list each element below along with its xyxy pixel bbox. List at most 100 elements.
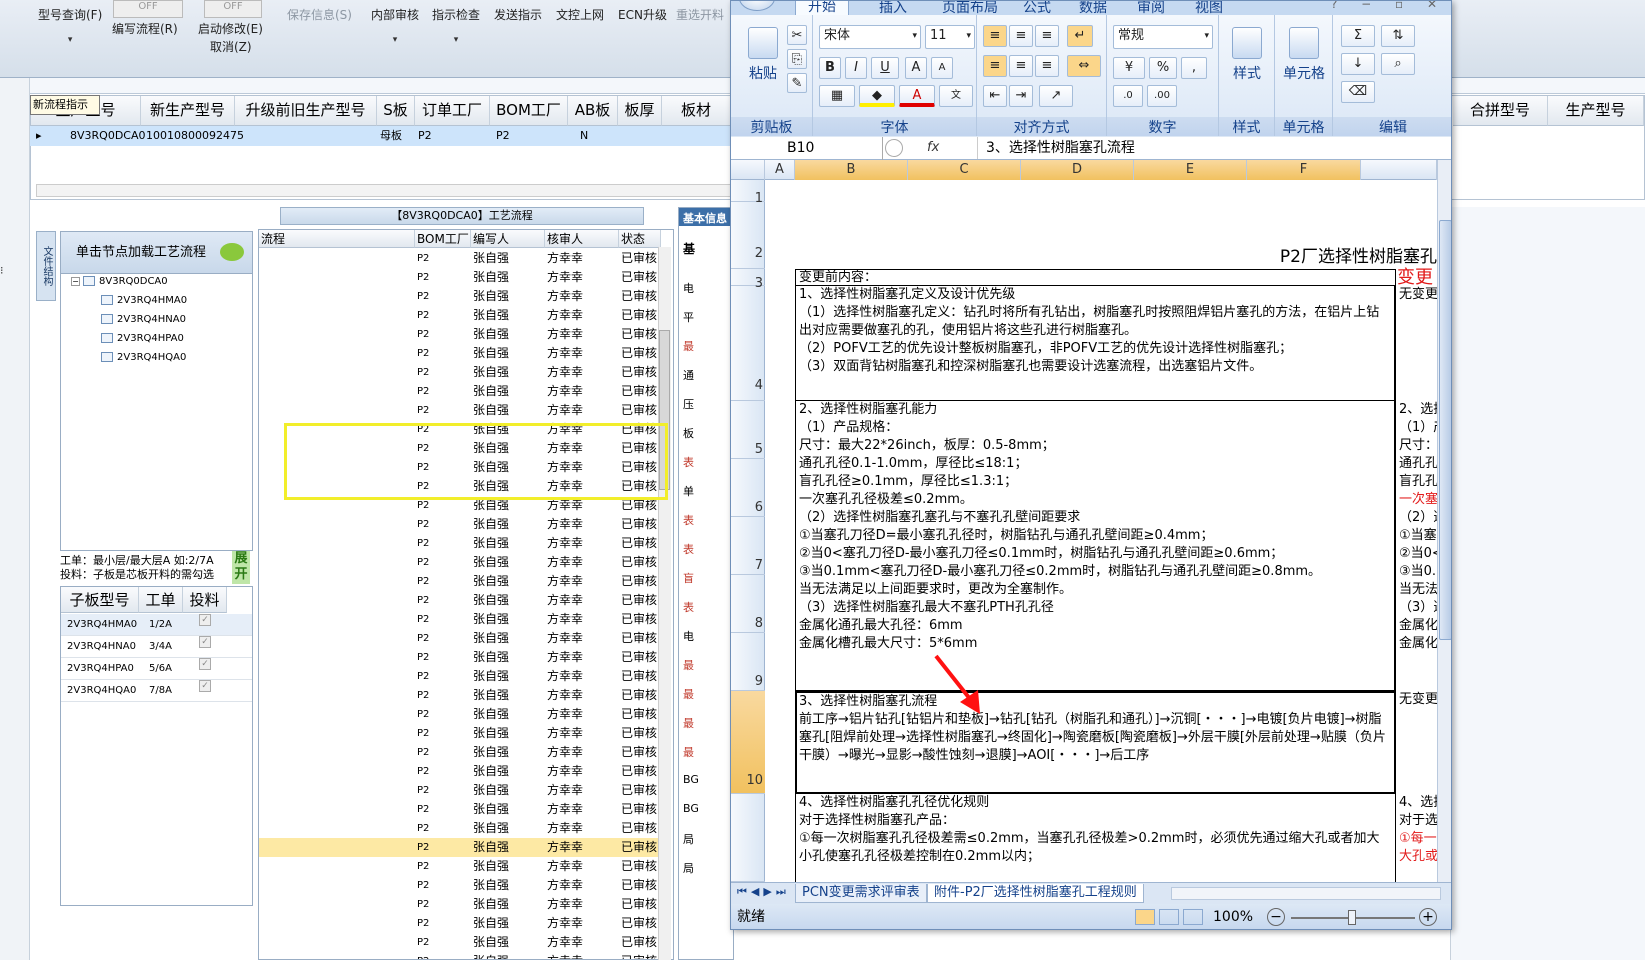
toolbar-start-edit-button[interactable]: 启动修改(E)	[198, 20, 263, 37]
row-header[interactable]: 9	[731, 633, 765, 691]
section3-right[interactable]: 无变更	[1399, 691, 1437, 709]
flow-row[interactable]: −沉铜2P2张自强方幸幸已审核	[259, 781, 661, 800]
tree-node[interactable]: 2V3RQ4HMA0	[101, 295, 187, 306]
scroll-thumb[interactable]	[1439, 220, 1451, 640]
flow-row[interactable]: 酸性蚀刻P2张自强方幸幸已审核	[259, 952, 661, 959]
fill-icon[interactable]: ↓	[1341, 53, 1375, 75]
find-icon[interactable]: ⌕	[1381, 53, 1415, 75]
border-icon[interactable]: ▦	[819, 85, 855, 107]
flow-row[interactable]: 阻焊前处理P2张自强方幸幸已审核	[259, 648, 661, 667]
flow-row[interactable]: 负片电镀1P2张自强方幸幸已审核	[259, 838, 661, 857]
toolbar-publish-button[interactable]: 文控上网	[556, 6, 604, 23]
page-layout-view-icon[interactable]	[1159, 909, 1179, 925]
vertical-scrollbar[interactable]	[1437, 160, 1451, 882]
table-row[interactable]: 2V3RQ4HQA0 7/8A ✓	[61, 680, 252, 702]
phonetic-icon[interactable]: 文	[939, 85, 973, 107]
align-right-icon[interactable]: ≡	[1035, 55, 1059, 77]
worksheet[interactable]: P2厂选择性树脂塞孔 变更前内容： 变更 1、选择性树脂塞孔定义及设计优先级 （…	[765, 180, 1437, 882]
section4-cell[interactable]: 4、选择性树脂塞孔孔径优化规则 对于选择性树脂塞孔产品： ①每一次树脂塞孔孔径极…	[799, 794, 1391, 882]
flow-row[interactable]: −树脂塞孔P2张自强方幸幸已审核	[259, 629, 661, 648]
wrap-text-icon[interactable]: ↵	[1067, 25, 1093, 47]
cells-button[interactable]: 单元格	[1277, 27, 1331, 83]
table-row[interactable]: 2V3RQ4HPA0 5/6A ✓	[61, 658, 252, 680]
flow-row[interactable]: 负片电镀P2张自强方幸幸已审核	[259, 610, 661, 629]
flow-header-status[interactable]: 状态	[619, 230, 661, 248]
flow-row[interactable]: 沉铜1P2张自强方幸幸已审核	[259, 572, 661, 591]
flow-row[interactable]: −陶瓷磨板P2张自强方幸幸已审核	[259, 705, 661, 724]
underline-icon[interactable]: U	[871, 57, 899, 79]
flow-row[interactable]: −外层干膜P2张自强方幸幸已审核	[259, 857, 661, 876]
section1-right[interactable]: 无变更	[1399, 286, 1437, 304]
styles-button[interactable]: 样式	[1223, 27, 1271, 83]
flow-row[interactable]: X-Ray冲孔P2张自强方幸幸已审核	[259, 287, 661, 306]
flow-row[interactable]: 贴膜P2张自强方幸幸已审核	[259, 895, 661, 914]
section2-cell[interactable]: 2、选择性树脂塞孔能力 （1）产品规格： 尺寸：最大22*26inch，板厚：0…	[799, 401, 1391, 689]
sheet-nav-icon[interactable]: ⏮◀▶⏭	[737, 885, 790, 899]
align-top-icon[interactable]: ≡	[983, 25, 1007, 47]
flow-row[interactable]: 压合P2张自强方幸幸已审核	[259, 268, 661, 287]
column-header[interactable]: E	[1134, 160, 1247, 180]
toggle-switch[interactable]: OFF	[204, 0, 262, 18]
font-color-icon[interactable]: A	[899, 85, 935, 107]
normal-view-icon[interactable]	[1135, 909, 1155, 925]
flow-row[interactable]: 陶瓷磨板P2张自强方幸幸已审核	[259, 724, 661, 743]
table-row[interactable]: ▸ 8V3RQ0DCA0 10010800092475 母板 P2 P2 N	[30, 126, 730, 146]
tree-node[interactable]: 2V3RQ4HPA0	[101, 333, 184, 344]
formula-toggle-icon[interactable]	[885, 139, 903, 157]
zoom-out-icon[interactable]: −	[1267, 908, 1285, 926]
increase-decimal-icon[interactable]: .0	[1113, 85, 1143, 107]
tab-file-structure[interactable]: 文件结构	[36, 231, 56, 301]
section2-right[interactable]: 2、选择 （1）产尺寸：最通孔孔径盲孔孔径一次塞孔 （2）选 ①当塞孔 ②当0< ③当0.…	[1399, 401, 1437, 689]
row-header[interactable]: 2	[731, 202, 765, 269]
expand-button[interactable]: 展开	[232, 551, 250, 584]
grid-header-new-model[interactable]: 新生产型号	[141, 96, 235, 126]
align-middle-icon[interactable]: ≡	[1009, 25, 1033, 47]
flow-row[interactable]: −AOIP2张自强方幸幸已审核	[259, 743, 661, 762]
toolbar-ecn-button[interactable]: ECN升级	[618, 6, 667, 23]
paste-button[interactable]: 粘贴	[743, 27, 783, 83]
row-header[interactable]: 4	[731, 286, 765, 401]
decrease-indent-icon[interactable]: ⇤	[983, 85, 1007, 107]
section3-cell[interactable]: 3、选择性树脂塞孔流程 前工序→铝片钻孔[钻铝片和垫板]→钻孔[钻孔（树脂孔和通…	[799, 693, 1391, 791]
grid-header-ab-board[interactable]: AB板	[568, 96, 618, 126]
decrease-decimal-icon[interactable]: .00	[1147, 85, 1177, 107]
clear-icon[interactable]: ⌫	[1341, 81, 1375, 103]
toolbar-write-flow-button[interactable]: 编写流程(R)	[112, 20, 178, 37]
sheet-tab[interactable]: PCN变更需求评审表	[795, 884, 927, 903]
sheet-tab-active[interactable]: 附件-P2厂选择性树脂塞孔工程规则	[927, 884, 1144, 903]
grow-font-icon[interactable]: A	[905, 57, 927, 79]
basic-info-tab[interactable]: 基	[683, 240, 695, 257]
flow-row[interactable]: 外层前处理P2张自强方幸幸已审核	[259, 876, 661, 895]
flow-row[interactable]: 终固化P2张自强方幸幸已审核	[259, 686, 661, 705]
italic-icon[interactable]: I	[845, 57, 867, 79]
column-header[interactable]	[1361, 160, 1437, 180]
subgrid-header-order[interactable]: 工单	[139, 587, 183, 613]
flow-header-bom[interactable]: BOM工厂	[415, 230, 471, 248]
currency-icon[interactable]: ¥	[1113, 57, 1145, 79]
tree-node[interactable]: 2V3RQ4HNA0	[101, 314, 186, 325]
copy-icon[interactable]: ⎘	[787, 49, 807, 69]
column-header[interactable]: C	[908, 160, 1021, 180]
grid-header-prod-model-right[interactable]: 生产型号	[1548, 96, 1644, 126]
toggle-switch[interactable]: OFF	[113, 0, 183, 18]
chat-bubble-icon[interactable]	[220, 243, 244, 261]
section4-right[interactable]: 4、选择对于选择 ①每一次大孔或者	[1399, 794, 1437, 882]
section1-cell[interactable]: 1、选择性树脂塞孔定义及设计优先级 （1）选择性树脂塞孔定义：钻孔时将所有孔钻出…	[799, 286, 1391, 398]
name-box[interactable]: B10	[731, 137, 883, 160]
flow-row[interactable]: −电镀P2张自强方幸幸已审核	[259, 591, 661, 610]
flow-row[interactable]: 去毛刺1P2张自强方幸幸已审核	[259, 515, 661, 534]
merge-center-icon[interactable]: ⇔	[1067, 55, 1101, 77]
fx-icon[interactable]: fx	[927, 137, 939, 159]
flow-header-writer[interactable]: 编写人	[471, 230, 545, 248]
flow-row[interactable]: 除胶P2张自强方幸幸已审核	[259, 382, 661, 401]
increase-indent-icon[interactable]: ⇥	[1009, 85, 1033, 107]
tree-node[interactable]: 2V3RQ4HQA0	[101, 352, 186, 363]
flow-header-process[interactable]: 流程	[259, 230, 415, 248]
font-name-select[interactable]: 宋体 ▾	[819, 25, 921, 49]
toolbar-cancel-button[interactable]: 取消(Z)	[210, 38, 252, 55]
office-button[interactable]	[739, 1, 775, 11]
select-all-corner[interactable]	[731, 160, 765, 180]
subgrid-header-feed[interactable]: 投料	[183, 587, 227, 613]
flow-row[interactable]: 塞孔AOIP2张自强方幸幸已审核	[259, 762, 661, 781]
grid-header-s-board[interactable]: S板	[377, 96, 415, 126]
